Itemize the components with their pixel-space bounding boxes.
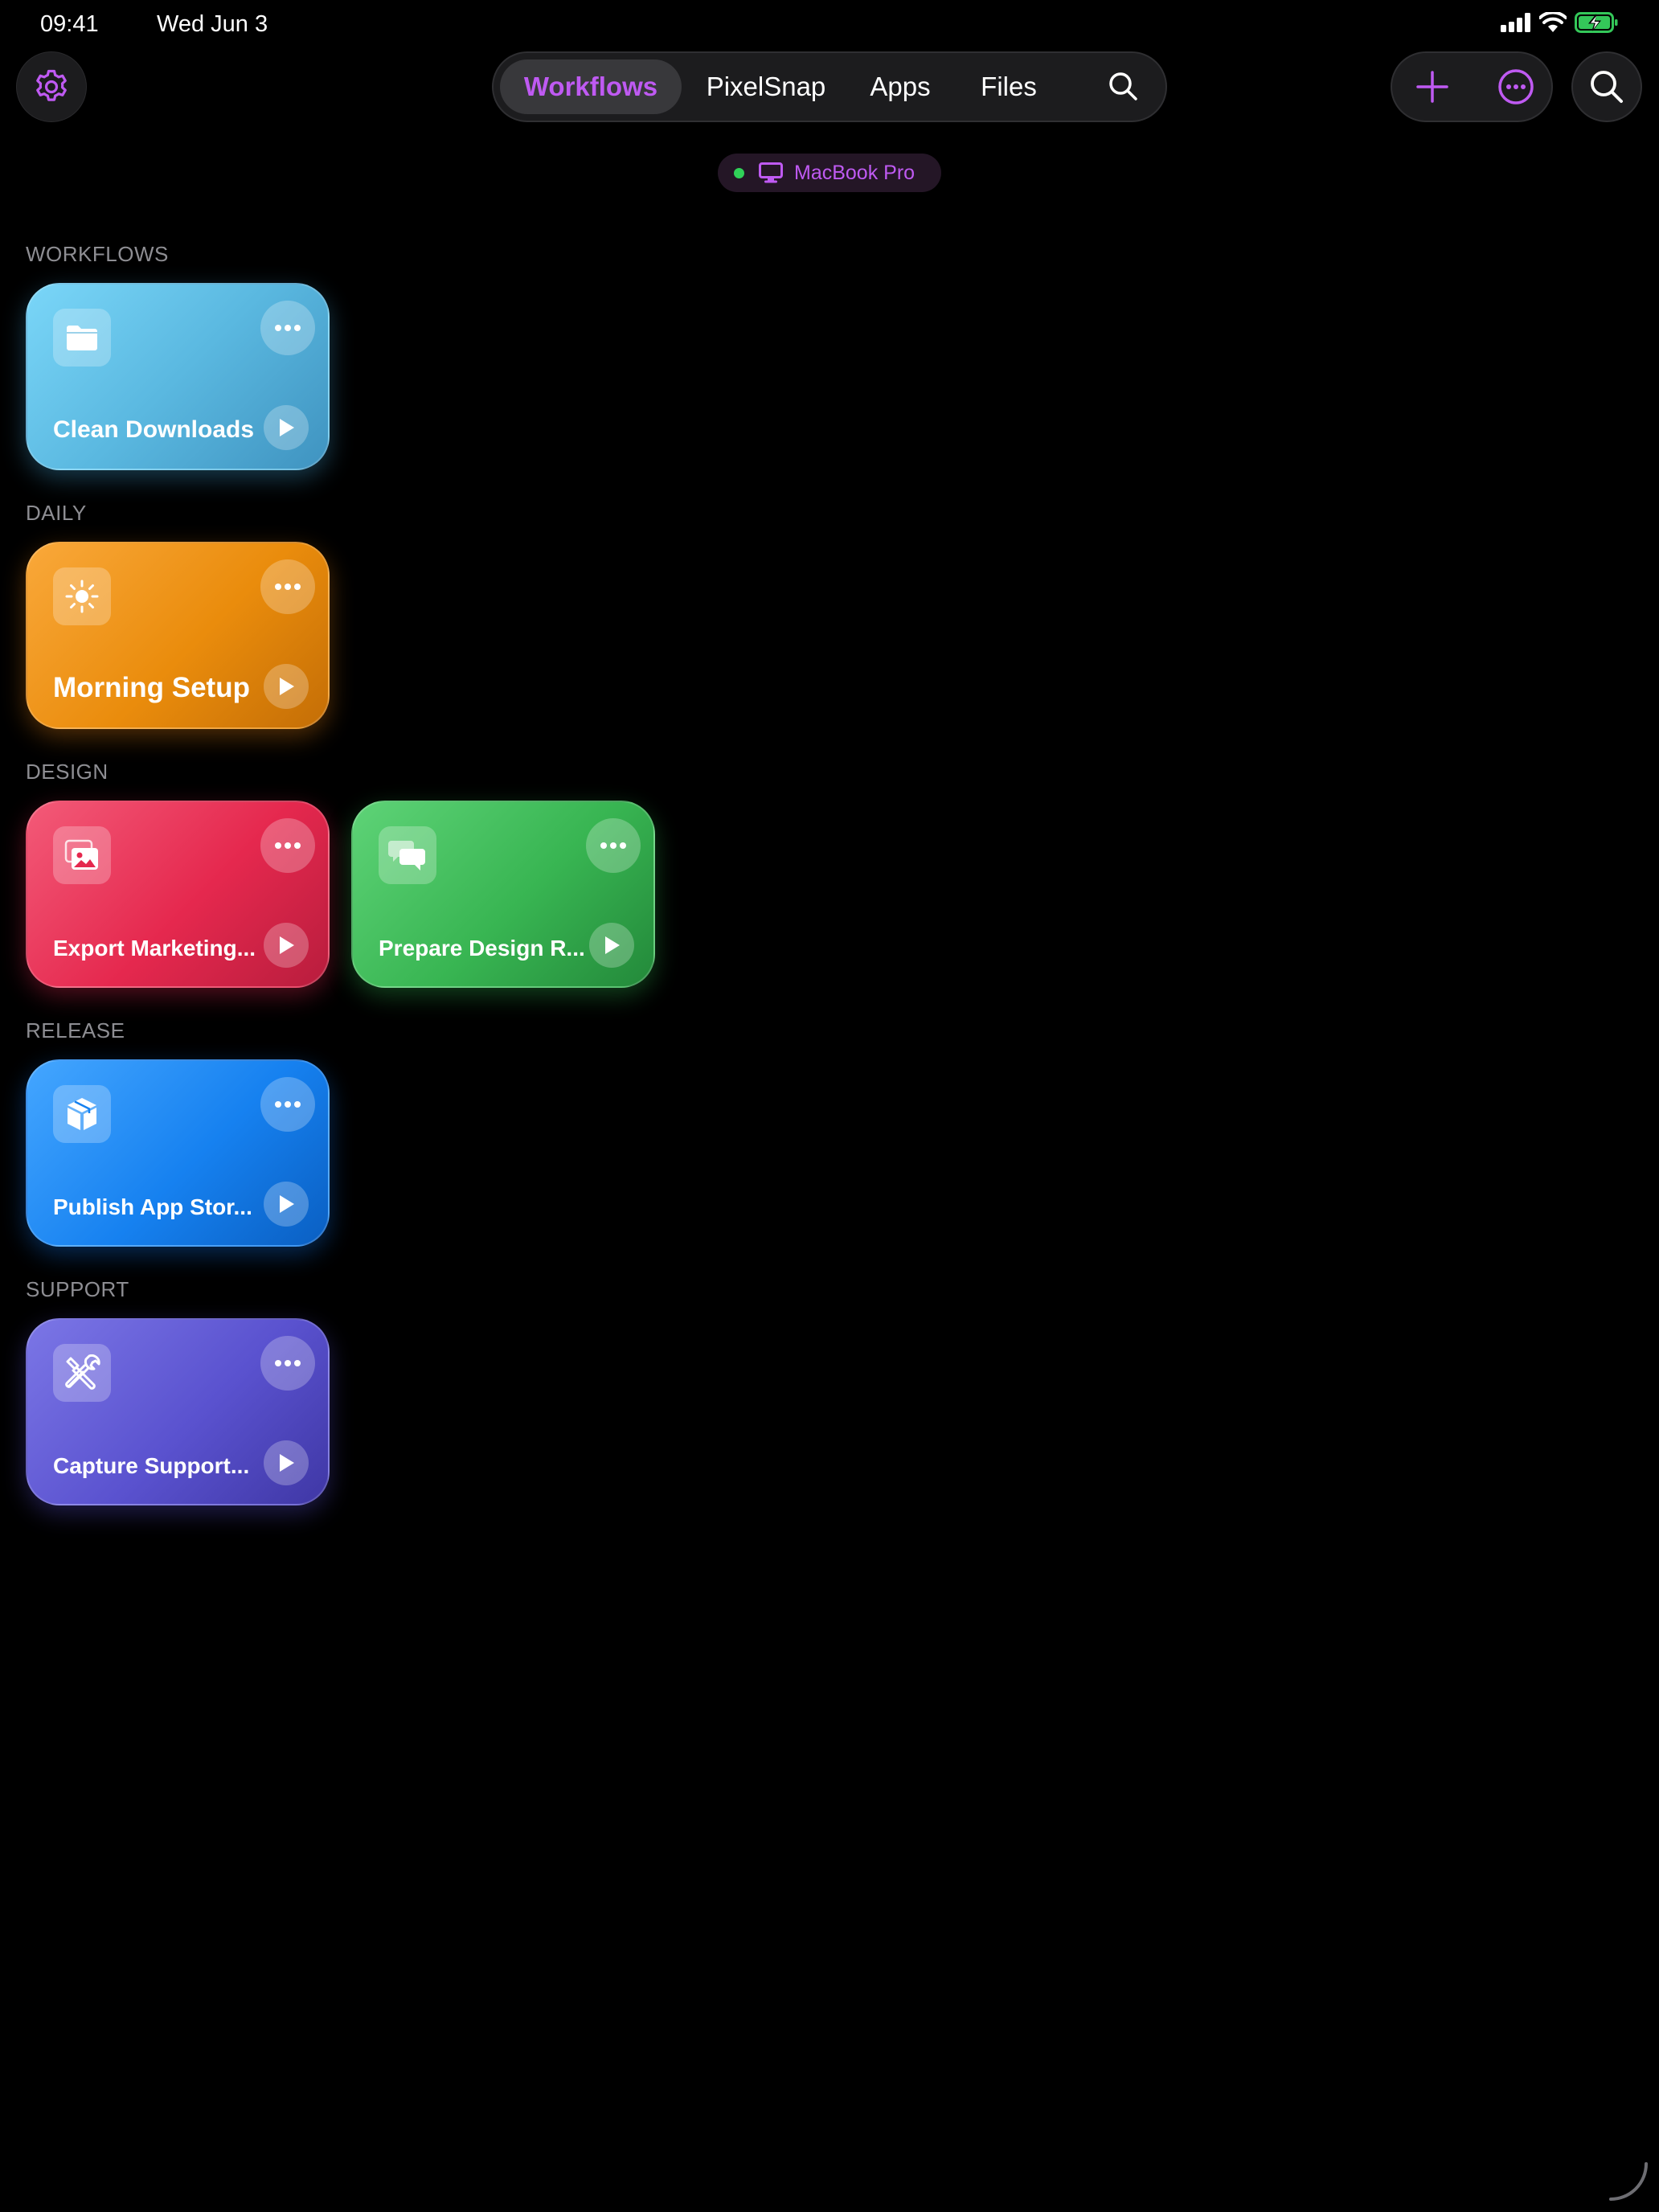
search-icon xyxy=(1591,71,1623,103)
workflow-card-export-marketing[interactable]: Export Marketing... xyxy=(26,801,330,988)
play-icon xyxy=(280,678,294,695)
ellipsis-icon xyxy=(275,842,301,849)
play-icon xyxy=(280,1454,294,1472)
tab-apps[interactable]: Apps xyxy=(844,59,956,114)
play-icon xyxy=(280,419,294,436)
card-title: Morning Setup xyxy=(53,672,250,703)
card-more-button[interactable] xyxy=(260,1077,315,1132)
workflow-card-prepare-design-review[interactable]: Prepare Design R... xyxy=(351,801,655,988)
online-status-dot xyxy=(734,167,744,178)
card-title: Export Marketing... xyxy=(53,936,256,961)
section-title-workflows: WORKFLOWS xyxy=(26,242,169,266)
sun-icon xyxy=(53,567,111,625)
battery-charging-icon xyxy=(1575,12,1618,33)
run-workflow-button[interactable] xyxy=(264,1440,309,1485)
card-more-button[interactable] xyxy=(260,301,315,355)
section-title-release: RELEASE xyxy=(26,1018,125,1043)
settings-button[interactable] xyxy=(16,51,87,122)
action-pill xyxy=(1391,51,1553,122)
search-icon[interactable] xyxy=(1104,68,1143,106)
play-icon xyxy=(280,1195,294,1213)
play-icon xyxy=(605,936,620,954)
run-workflow-button[interactable] xyxy=(264,923,309,968)
global-search-button[interactable] xyxy=(1571,51,1642,122)
chat-bubbles-icon xyxy=(379,826,436,884)
tools-icon xyxy=(53,1344,111,1402)
status-time: 09:41 xyxy=(40,11,99,37)
desktop-computer-icon xyxy=(759,162,783,183)
section-title-daily: DAILY xyxy=(26,501,87,525)
tab-workflows[interactable]: Workflows xyxy=(500,59,682,114)
card-title: Publish App Stor... xyxy=(53,1194,252,1219)
card-title: Clean Downloads xyxy=(53,416,255,443)
workflow-card-publish-app-store[interactable]: Publish App Stor... xyxy=(26,1059,330,1247)
device-name: MacBook Pro xyxy=(794,161,916,184)
workflow-card-morning-setup[interactable]: Morning Setup xyxy=(26,542,330,729)
ellipsis-icon xyxy=(275,1360,301,1366)
section-title-design: DESIGN xyxy=(26,760,109,784)
card-more-button[interactable] xyxy=(260,559,315,614)
device-chip[interactable]: MacBook Pro xyxy=(718,154,941,192)
status-icons xyxy=(1501,12,1618,33)
card-more-button[interactable] xyxy=(260,818,315,873)
tab-pixelsnap[interactable]: PixelSnap xyxy=(691,59,841,114)
gear-icon xyxy=(36,69,67,101)
window-resize-handle-icon[interactable] xyxy=(1604,2157,1653,2206)
photos-icon xyxy=(53,826,111,884)
card-more-button[interactable] xyxy=(586,818,641,873)
cellular-signal-icon xyxy=(1501,13,1530,32)
folder-icon xyxy=(53,309,111,367)
ellipsis-icon xyxy=(600,842,626,849)
section-title-support: SUPPORT xyxy=(26,1277,129,1301)
run-workflow-button[interactable] xyxy=(264,405,309,450)
tab-bar: Workflows PixelSnap Apps Files xyxy=(492,51,1167,122)
cube-icon xyxy=(53,1085,111,1143)
status-date: Wed Jun 3 xyxy=(157,11,268,37)
run-workflow-button[interactable] xyxy=(264,664,309,709)
ellipsis-icon xyxy=(275,325,301,331)
tab-files[interactable]: Files xyxy=(958,59,1059,114)
wifi-icon xyxy=(1539,12,1567,32)
run-workflow-button[interactable] xyxy=(264,1182,309,1227)
run-workflow-button[interactable] xyxy=(589,923,634,968)
workflow-card-clean-downloads[interactable]: Clean Downloads xyxy=(26,283,330,470)
card-more-button[interactable] xyxy=(260,1336,315,1391)
ellipsis-icon xyxy=(275,584,301,590)
card-title: Capture Support... xyxy=(53,1453,250,1478)
more-options-button[interactable] xyxy=(1497,68,1535,106)
app-screen: 09:41 Wed Jun 3 Workflows PixelSnap Apps… xyxy=(0,0,1659,2212)
add-button[interactable] xyxy=(1415,69,1450,104)
card-title: Prepare Design R... xyxy=(379,936,585,961)
ellipsis-icon xyxy=(275,1101,301,1108)
workflow-card-capture-support[interactable]: Capture Support... xyxy=(26,1318,330,1505)
play-icon xyxy=(280,936,294,954)
